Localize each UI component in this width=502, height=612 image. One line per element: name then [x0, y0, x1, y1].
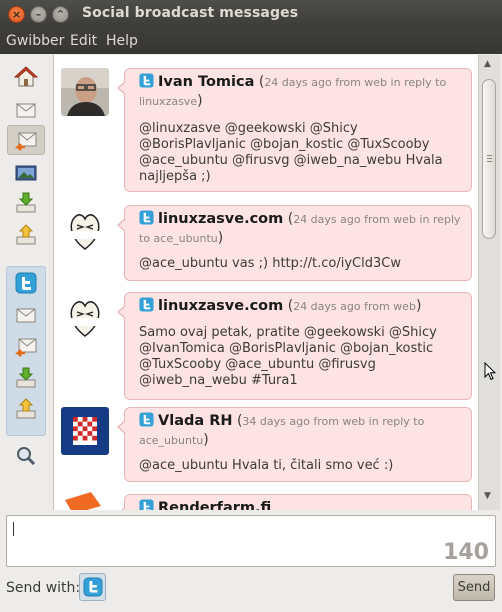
title-bar: × – ⌃ Social broadcast messages — [0, 0, 502, 29]
post-author[interactable]: Renderfarm.fi — [158, 500, 271, 510]
images-icon — [15, 165, 37, 181]
message-bubble[interactable]: Ivan Tomica (24 days ago from web in rep… — [117, 68, 472, 192]
inbox-download-icon — [16, 367, 36, 388]
sidebar-images-button[interactable] — [7, 158, 45, 188]
character-counter: 140 — [443, 540, 489, 565]
home-icon — [14, 66, 38, 87]
message-bubble[interactable]: Vlada RH (34 days ago from web in reply … — [117, 407, 472, 482]
sidebar-sent-button[interactable] — [7, 220, 45, 250]
mouse-cursor-icon — [484, 362, 496, 381]
sidebar-incoming-button[interactable] — [7, 188, 45, 218]
menu-edit[interactable]: Edit — [70, 33, 97, 49]
twitter-icon — [139, 499, 154, 510]
messages-icon — [16, 308, 36, 323]
text-caret — [13, 522, 14, 536]
post-meta[interactable]: 24 days ago from web — [293, 300, 416, 313]
avatar[interactable] — [61, 205, 109, 253]
post-author[interactable]: linuxzasve.com — [158, 211, 283, 227]
post-author[interactable]: Vlada RH — [158, 413, 233, 429]
messages-icon — [16, 103, 36, 118]
gwibber-window: × – ⌃ Social broadcast messages Gwibber … — [0, 0, 502, 612]
inbox-download-icon — [16, 192, 36, 213]
twitter-sent-button[interactable] — [7, 394, 45, 424]
avatar[interactable] — [61, 292, 109, 340]
message-bubble[interactable]: Renderfarm.fi — [117, 494, 472, 510]
search-icon — [17, 447, 36, 466]
twitter-incoming-button[interactable] — [7, 363, 45, 393]
close-window-button[interactable]: × — [8, 6, 25, 23]
menu-gwibber[interactable]: Gwibber — [6, 33, 64, 49]
message-bubble[interactable]: linuxzasve.com (24 days ago from web in … — [117, 205, 472, 281]
post-body: Samo ovaj petak, pratite @geekowski @Shi… — [139, 325, 437, 388]
outbox-upload-icon — [16, 224, 36, 245]
replies-icon — [14, 132, 37, 151]
stream-scrollbar[interactable]: ▲ ▼ — [478, 55, 500, 510]
message-bubble[interactable]: linuxzasve.com (24 days ago from web) Sa… — [117, 292, 472, 400]
twitter-replies-button[interactable] — [7, 331, 45, 361]
scroll-up-arrow-icon[interactable]: ▲ — [484, 59, 491, 69]
outbox-upload-icon — [16, 398, 36, 419]
twitter-icon — [139, 297, 154, 312]
window-title: Social broadcast messages — [82, 5, 299, 21]
post-author[interactable]: linuxzasve.com — [158, 298, 283, 314]
twitter-icon — [83, 577, 102, 597]
sidebar-twitter-button[interactable] — [7, 268, 45, 298]
message-stream: Ivan Tomica (24 days ago from web in rep… — [53, 55, 478, 510]
maximize-window-button[interactable]: ⌃ — [52, 6, 69, 23]
replies-icon — [14, 338, 37, 357]
twitter-messages-button[interactable] — [7, 299, 45, 329]
post-body: @ace_ubuntu vas ;) http://t.co/iyCld3Cw — [139, 256, 401, 271]
menu-help[interactable]: Help — [106, 33, 138, 49]
send-account-twitter-toggle[interactable] — [79, 573, 106, 601]
sidebar-messages-button[interactable] — [7, 94, 45, 124]
post-body: @linuxzasve @geekowski @Shicy @BorisPlav… — [139, 121, 443, 184]
sidebar-replies-button[interactable] — [7, 125, 45, 155]
post-body: @ace_ubuntu Hvala ti, čitali smo već :) — [139, 458, 394, 473]
avatar[interactable] — [61, 492, 109, 510]
twitter-icon — [139, 73, 154, 88]
avatar[interactable] — [61, 68, 109, 116]
avatar[interactable] — [61, 407, 109, 455]
twitter-icon — [15, 272, 37, 294]
twitter-icon — [139, 210, 154, 225]
minimize-window-button[interactable]: – — [30, 6, 47, 23]
sidebar-search-button[interactable] — [7, 441, 45, 471]
menu-bar: Gwibber Edit Help — [0, 29, 502, 54]
compose-input[interactable]: 140 — [6, 515, 496, 567]
send-with-label: Send with: — [6, 580, 81, 596]
stream-sidebar — [0, 54, 52, 510]
scroll-down-arrow-icon[interactable]: ▼ — [484, 491, 491, 501]
sidebar-home-button[interactable] — [7, 62, 45, 92]
post-author[interactable]: Ivan Tomica — [158, 74, 254, 90]
send-button[interactable]: Send — [453, 574, 495, 601]
scrollbar-thumb[interactable] — [482, 79, 496, 239]
twitter-icon — [139, 412, 154, 427]
